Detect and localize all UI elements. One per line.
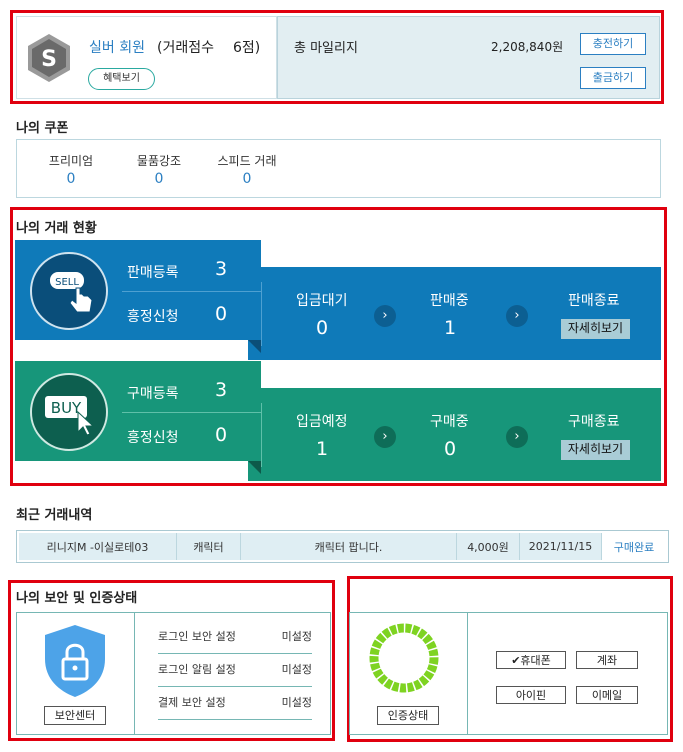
security-row-login-alert[interactable]: 로그인 알림 설정 미설정	[158, 655, 312, 687]
sell-register-value[interactable]: 3	[215, 258, 227, 280]
buy-correction-value[interactable]: 0	[215, 424, 227, 446]
coupon-label: 프리미엄	[48, 154, 94, 168]
lock-shield-icon	[45, 625, 105, 697]
sell-vertical-divider	[261, 282, 262, 346]
trade-score-value: 6점)	[233, 40, 261, 56]
recent-title: 최근 거래내역	[16, 508, 93, 523]
coupon-label: 스피드 거래	[217, 154, 277, 168]
security-row-value: 미설정	[281, 663, 312, 676]
security-center-button[interactable]: 보안센터	[44, 706, 106, 725]
buy-end-label: 구매종료	[568, 414, 620, 430]
mileage-label: 총 마일리지	[294, 41, 358, 56]
coupon-speed[interactable]: 스피드 거래 0	[207, 152, 287, 187]
security-row-label: 로그인 보안 설정	[158, 630, 236, 643]
benefit-button[interactable]: 혜택보기	[88, 68, 155, 90]
coupon-box: 프리미엄 0 물품강조 0 스피드 거래 0	[16, 139, 661, 198]
buy-divider	[122, 412, 261, 413]
security-row-value: 미설정	[281, 630, 312, 643]
recent-category: 캐릭터	[177, 533, 241, 560]
arrow-right-icon: ›	[374, 305, 396, 327]
buy-correction-label: 흥정신청	[127, 430, 179, 446]
buy-register-label: 구매등록	[127, 386, 179, 402]
member-grade[interactable]: 실버 회원	[89, 37, 145, 57]
buy-step-1-label: 입금예정	[296, 414, 348, 430]
buy-register-value[interactable]: 3	[215, 379, 227, 401]
sell-step-1-label: 입금대기	[296, 293, 348, 309]
buy-step-2-label: 구매중	[430, 414, 469, 430]
mileage-value: 2,208,840원	[491, 40, 564, 54]
coupon-premium[interactable]: 프리미엄 0	[31, 152, 111, 187]
sell-status-card: SELL 판매등록 3 흥정신청 0 입금대기 0 › 판매중 1 › 판매종료…	[15, 240, 661, 360]
cert-ipin-button[interactable]: 아이핀	[496, 686, 566, 704]
certification-panel: 인증상태 ✔휴대폰 계좌 아이핀 이메일	[349, 612, 668, 735]
security-row-value: 미설정	[281, 696, 312, 709]
coupon-count: 0	[242, 171, 252, 187]
buy-detail-button[interactable]: 자세히보기	[561, 440, 630, 460]
security-row-label: 결제 보안 설정	[158, 696, 226, 709]
svg-text:SELL: SELL	[55, 277, 79, 288]
sell-step-1-value[interactable]: 0	[316, 317, 328, 339]
security-row-payment[interactable]: 결제 보안 설정 미설정	[158, 688, 312, 720]
coupon-count: 0	[154, 171, 164, 187]
coupon-label: 물품강조	[136, 154, 182, 168]
coupon-count: 0	[66, 171, 76, 187]
mileage-panel: 총 마일리지 2,208,840원 충전하기 출금하기	[277, 16, 660, 99]
sell-end-label: 판매종료	[568, 293, 620, 309]
buy-right-band	[248, 388, 661, 481]
recent-item-title[interactable]: 캐릭터 팝니다.	[241, 533, 457, 560]
cert-phone-button[interactable]: ✔휴대폰	[496, 651, 566, 669]
recent-price: 4,000원	[457, 533, 520, 560]
security-row-label: 로그인 알림 설정	[158, 663, 236, 676]
recent-status[interactable]: 구매완료	[602, 533, 666, 560]
coupon-highlight[interactable]: 물품강조 0	[119, 152, 199, 187]
sell-step-2-label: 판매중	[430, 293, 469, 309]
buy-status-card: BUY 구매등록 3 흥정신청 0 입금예정 1 › 구매중 0 › 구매종료 …	[15, 361, 661, 481]
sell-register-label: 판매등록	[127, 265, 179, 281]
certification-seal-icon	[369, 623, 439, 693]
member-grade-panel: S 실버 회원 (거래점수 6점) 혜택보기	[16, 16, 277, 99]
coupon-title: 나의 쿠폰	[16, 121, 69, 136]
sell-divider	[122, 291, 261, 292]
trade-score-label: (거래점수	[157, 40, 214, 56]
trade-title: 나의 거래 현황	[16, 221, 97, 236]
security-row-login[interactable]: 로그인 보안 설정 미설정	[158, 622, 312, 654]
withdraw-button[interactable]: 출금하기	[580, 67, 646, 89]
recent-game: 리니지M -이실로테03	[19, 533, 177, 560]
recent-transaction-row[interactable]: 리니지M -이실로테03 캐릭터 캐릭터 팝니다. 4,000원 2021/11…	[16, 530, 669, 563]
security-title: 나의 보안 및 인증상태	[16, 591, 138, 606]
charge-button[interactable]: 충전하기	[580, 33, 646, 55]
arrow-right-icon: ›	[506, 426, 528, 448]
sell-detail-button[interactable]: 자세히보기	[561, 319, 630, 339]
recent-date: 2021/11/15	[520, 533, 602, 560]
sell-correction-label: 흥정신청	[127, 309, 179, 325]
buy-step-1-value[interactable]: 1	[316, 438, 328, 460]
sell-right-band	[248, 267, 661, 360]
silver-badge-icon: S	[28, 34, 70, 82]
sell-correction-value[interactable]: 0	[215, 303, 227, 325]
svg-text:S: S	[41, 47, 57, 72]
sell-step-2-value[interactable]: 1	[444, 317, 456, 339]
cert-account-button[interactable]: 계좌	[576, 651, 638, 669]
cert-email-button[interactable]: 이메일	[576, 686, 638, 704]
arrow-right-icon: ›	[374, 426, 396, 448]
buy-vertical-divider	[261, 403, 262, 467]
sell-fold	[248, 340, 261, 353]
sell-hand-icon: SELL	[50, 272, 93, 313]
arrow-right-icon: ›	[506, 305, 528, 327]
buy-cursor-icon: BUY	[45, 396, 95, 436]
buy-step-2-value[interactable]: 0	[444, 438, 456, 460]
svg-text:BUY: BUY	[51, 399, 82, 417]
buy-fold	[248, 461, 261, 474]
certification-status-button[interactable]: 인증상태	[377, 706, 439, 725]
